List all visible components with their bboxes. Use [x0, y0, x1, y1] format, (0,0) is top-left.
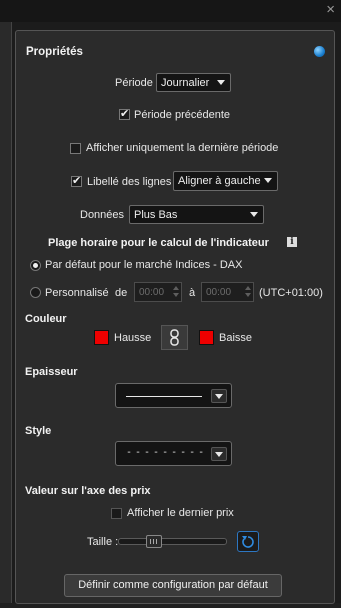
plage-custom-radio[interactable]: [30, 287, 41, 298]
periode-precedente-label: Période précédente: [134, 109, 231, 121]
chain-link-icon: [170, 329, 179, 346]
chevron-down-icon: [214, 76, 228, 88]
chevron-down-icon: [261, 174, 275, 186]
hausse-label: Hausse: [114, 332, 152, 344]
plage-default-radio[interactable]: [30, 260, 41, 271]
taille-slider-track[interactable]: [118, 538, 227, 545]
derniere-periode-checkbox[interactable]: [70, 143, 81, 154]
donnees-value: Plus Bas: [134, 209, 178, 221]
plage-horaire-title: Plage horaire pour le calcul de l'indica…: [48, 237, 269, 249]
info-icon[interactable]: i: [287, 237, 297, 247]
chevron-down-icon: [247, 208, 261, 220]
style-title: Style: [25, 425, 52, 437]
time-from-value: 00:00: [139, 287, 165, 298]
spin-down-icon: [244, 292, 252, 300]
time-to-input[interactable]: 00:00: [201, 282, 254, 302]
couleur-title: Couleur: [25, 313, 67, 325]
baisse-label: Baisse: [219, 332, 253, 344]
refresh-icon: [242, 536, 254, 548]
panel-title: Propriétés: [26, 46, 83, 58]
window-titlebar: [0, 0, 341, 22]
spin-up-icon: [244, 284, 252, 292]
periode-label: Période: [115, 77, 153, 89]
periode-precedente-checkbox[interactable]: [119, 107, 130, 120]
spin-down-icon: [172, 292, 180, 300]
help-bubble-icon[interactable]: [314, 46, 325, 57]
libelle-align-value: Aligner à gauche: [178, 175, 261, 187]
dernier-prix-checkbox[interactable]: [111, 508, 122, 519]
taille-label: Taille :: [87, 536, 119, 548]
time-from-input[interactable]: 00:00: [134, 282, 182, 302]
close-icon[interactable]: ×: [326, 1, 335, 19]
hausse-color-swatch[interactable]: [94, 330, 109, 345]
time-to-value: 00:00: [206, 287, 232, 298]
line-style-preview: ---------: [126, 447, 208, 458]
chevron-down-icon: [211, 389, 227, 403]
libelle-label: Libellé des lignes: [87, 176, 172, 188]
to-label: à: [189, 287, 196, 299]
chevron-down-icon: [211, 447, 227, 461]
libelle-checkbox[interactable]: [71, 174, 82, 187]
link-colors-button[interactable]: [161, 325, 188, 350]
left-side-panel: [0, 22, 12, 604]
reset-size-button[interactable]: [237, 531, 259, 552]
donnees-select[interactable]: Plus Bas: [129, 205, 264, 224]
style-select[interactable]: ---------: [115, 441, 232, 466]
line-thickness-preview: [126, 396, 202, 397]
donnees-label: Données: [80, 209, 125, 221]
dernier-prix-label: Afficher le dernier prix: [127, 507, 234, 519]
baisse-color-swatch[interactable]: [199, 330, 214, 345]
taille-slider-thumb[interactable]: [145, 535, 162, 548]
periode-select[interactable]: Journalier: [156, 73, 231, 92]
derniere-periode-label: Afficher uniquement la dernière période: [86, 142, 279, 154]
epaisseur-select[interactable]: [115, 383, 232, 408]
axe-prix-title: Valeur sur l'axe des prix: [25, 485, 151, 497]
timezone-label: (UTC+01:00): [259, 287, 323, 299]
set-default-config-button[interactable]: Définir comme configuration par défaut: [64, 574, 282, 597]
periode-value: Journalier: [161, 77, 210, 89]
plage-default-label: Par défaut pour le marché Indices - DAX: [45, 259, 243, 271]
spin-up-icon: [172, 284, 180, 292]
from-label: de: [115, 287, 128, 299]
libelle-align-select[interactable]: Aligner à gauche: [173, 171, 278, 191]
epaisseur-title: Epaisseur: [25, 366, 78, 378]
plage-custom-label: Personnalisé: [45, 287, 109, 299]
